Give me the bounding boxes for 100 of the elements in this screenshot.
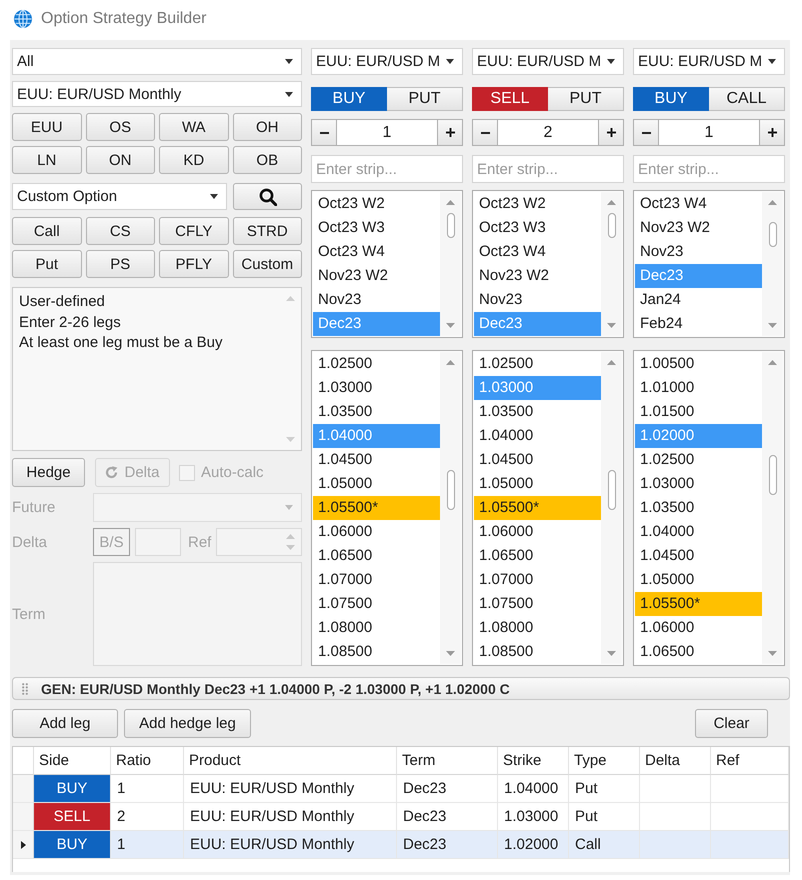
strike-list[interactable]: 1.02500 1.03000 1.03500 1.04000 1.04500 1.05000 1.05500* 1.06000 1.06500 1.07000 1.07500 1.08000 1.08500 xyxy=(311,350,463,666)
option-type-button[interactable]: PUT xyxy=(548,87,624,111)
category-dropdown[interactable]: All xyxy=(12,48,302,75)
strategy-button[interactable]: Custom xyxy=(232,250,302,278)
spin-down-arrow[interactable] xyxy=(286,545,295,550)
strategy-button[interactable]: Call xyxy=(12,217,82,245)
scroll-down-arrow[interactable] xyxy=(768,651,777,656)
strike-item[interactable]: 1.06500 xyxy=(635,640,762,664)
product-button[interactable]: OH xyxy=(232,113,302,141)
scroll-up-arrow[interactable] xyxy=(446,200,455,205)
strategy-button[interactable]: CFLY xyxy=(159,217,228,245)
clear-button[interactable]: Clear xyxy=(695,709,768,738)
strike-item[interactable]: 1.04000 xyxy=(474,424,601,448)
table-row[interactable]: BUY 1 EUU: EUR/USD Monthly Dec23 1.02000 Call xyxy=(13,831,789,859)
scrollbar-thumb[interactable] xyxy=(608,213,616,238)
term-list[interactable]: Oct23 W4 Nov23 W2 Nov23 Dec23 Jan24 Feb24 xyxy=(633,190,785,338)
term-list[interactable]: Oct23 W2 Oct23 W3 Oct23 W4 Nov23 W2 Nov23 Dec23 xyxy=(311,190,463,338)
product-dropdown[interactable]: EUU: EUR/USD M xyxy=(472,48,624,75)
strip-field[interactable]: Enter strip... xyxy=(633,155,785,183)
strategy-button[interactable]: CS xyxy=(86,217,155,245)
product-button[interactable]: OB xyxy=(232,146,302,174)
term-item[interactable]: Oct23 W4 xyxy=(313,240,440,264)
strike-item[interactable]: 1.07500 xyxy=(313,592,440,616)
scrollbar-thumb[interactable] xyxy=(608,470,616,510)
strike-item[interactable]: 1.05500* xyxy=(313,496,440,520)
decrease-button[interactable] xyxy=(472,119,498,146)
option-type-button[interactable]: PUT xyxy=(387,87,463,111)
term-item[interactable]: Feb24 xyxy=(635,312,762,336)
scroll-up-arrow[interactable] xyxy=(768,200,777,205)
scrollbar[interactable] xyxy=(601,192,622,336)
strike-item[interactable]: 1.05000 xyxy=(313,472,440,496)
side-button[interactable]: BUY xyxy=(311,87,387,111)
strike-item[interactable]: 1.05500* xyxy=(635,592,762,616)
spin-up-arrow[interactable] xyxy=(286,534,295,539)
grip-icon[interactable] xyxy=(22,682,28,694)
strike-item[interactable]: 1.07000 xyxy=(474,568,601,592)
increase-button[interactable] xyxy=(759,119,785,146)
strike-item[interactable]: 1.05000 xyxy=(474,472,601,496)
scroll-down-arrow[interactable] xyxy=(446,651,455,656)
decrease-button[interactable] xyxy=(311,119,337,146)
product-button[interactable]: OS xyxy=(86,113,155,141)
scroll-up-arrow[interactable] xyxy=(768,360,777,365)
term-item[interactable]: Nov23 xyxy=(313,288,440,312)
delta-field[interactable] xyxy=(135,528,181,556)
term-item[interactable]: Oct23 W4 xyxy=(635,192,762,216)
strip-field[interactable]: Enter strip... xyxy=(472,155,624,183)
scrollbar[interactable] xyxy=(440,192,461,336)
product-button[interactable]: ON xyxy=(86,146,155,174)
strike-item[interactable]: 1.03500 xyxy=(635,496,762,520)
strategy-button[interactable]: PS xyxy=(86,250,155,278)
row-header-cell[interactable] xyxy=(13,803,34,831)
term-item[interactable]: Nov23 W2 xyxy=(635,216,762,240)
strip-field[interactable]: Enter strip... xyxy=(311,155,463,183)
term-item[interactable]: Jan24 xyxy=(635,288,762,312)
strategy-dropdown[interactable]: Custom Option xyxy=(12,183,227,210)
ratio-field[interactable]: 1 xyxy=(337,119,437,146)
term-item[interactable]: Oct23 W3 xyxy=(313,216,440,240)
strike-item[interactable]: 1.06000 xyxy=(635,616,762,640)
strike-item[interactable]: 1.06000 xyxy=(474,520,601,544)
scroll-down-arrow[interactable] xyxy=(446,323,455,328)
search-button[interactable] xyxy=(233,183,302,210)
row-header-cell[interactable] xyxy=(13,775,34,803)
strike-item[interactable]: 1.04500 xyxy=(635,544,762,568)
scroll-down-arrow[interactable] xyxy=(607,323,616,328)
term-item[interactable]: Nov23 W2 xyxy=(313,264,440,288)
side-button[interactable]: SELL xyxy=(472,87,548,111)
scroll-down-arrow[interactable] xyxy=(286,437,295,442)
side-button[interactable]: BUY xyxy=(633,87,709,111)
scroll-up-arrow[interactable] xyxy=(607,360,616,365)
strategy-button[interactable]: PFLY xyxy=(159,250,228,278)
product-button[interactable]: KD xyxy=(159,146,228,174)
strike-list[interactable]: 1.00500 1.01000 1.01500 1.02000 1.02500 1.03000 1.03500 1.04000 1.04500 1.05000 1.05500* 1.06000 1.06500 xyxy=(633,350,785,666)
strike-item[interactable]: 1.08000 xyxy=(474,616,601,640)
strike-item[interactable]: 1.03500 xyxy=(313,400,440,424)
scrollbar-thumb[interactable] xyxy=(768,222,776,247)
strike-item[interactable]: 1.03000 xyxy=(313,376,440,400)
strike-item[interactable]: 1.04500 xyxy=(474,448,601,472)
strike-item[interactable]: 1.06000 xyxy=(313,520,440,544)
option-type-button[interactable]: CALL xyxy=(709,87,785,111)
strategy-button[interactable]: STRD xyxy=(232,217,302,245)
decrease-button[interactable] xyxy=(633,119,659,146)
strike-item[interactable]: 1.01500 xyxy=(635,400,762,424)
strike-item[interactable]: 1.03000 xyxy=(635,472,762,496)
term-item[interactable]: Nov23 W2 xyxy=(474,264,601,288)
table-row[interactable]: BUY 1 EUU: EUR/USD Monthly Dec23 1.04000 Put xyxy=(13,775,789,803)
hedge-button[interactable]: Hedge xyxy=(12,458,85,487)
strike-item[interactable]: 1.08500 xyxy=(313,640,440,664)
scrollbar-thumb[interactable] xyxy=(446,470,454,510)
scrollbar[interactable] xyxy=(601,352,622,664)
term-item[interactable]: Oct23 W3 xyxy=(474,216,601,240)
scroll-down-arrow[interactable] xyxy=(768,323,777,328)
strike-item[interactable]: 1.01000 xyxy=(635,376,762,400)
scroll-up-arrow[interactable] xyxy=(446,360,455,365)
add-hedge-leg-button[interactable]: Add hedge leg xyxy=(124,709,251,738)
scrollbar-thumb[interactable] xyxy=(446,213,454,238)
row-header-cell[interactable] xyxy=(13,831,34,859)
scrollbar[interactable] xyxy=(762,192,783,336)
strategy-button[interactable]: Put xyxy=(12,250,82,278)
term-list[interactable]: Oct23 W2 Oct23 W3 Oct23 W4 Nov23 W2 Nov23 Dec23 xyxy=(472,190,624,338)
increase-button[interactable] xyxy=(437,119,463,146)
